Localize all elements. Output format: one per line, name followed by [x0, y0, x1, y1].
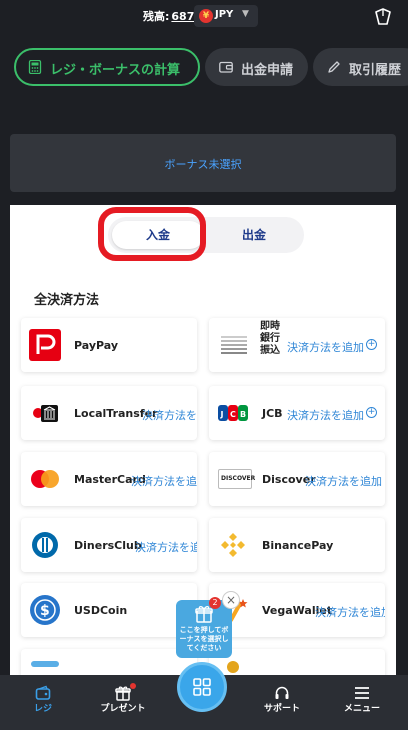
method-localtransfer[interactable]: LocalTransfer 決済方法を追加 [21, 386, 197, 440]
nav-support[interactable]: サポート [247, 675, 317, 730]
balance-label: 残高: [143, 10, 170, 23]
tab-label: レジ・ボーナスの計算 [50, 63, 181, 78]
method-paypay[interactable]: PayPay [21, 318, 197, 372]
add-method-link[interactable]: 決済方法を追加 [305, 473, 382, 489]
add-method-link[interactable]: 決済方法を追加 [135, 539, 197, 555]
payment-logo-icon [31, 661, 59, 667]
nav-label: サポート [263, 704, 300, 714]
bank-transfer-icon [221, 336, 247, 354]
wallet-icon [219, 61, 233, 73]
method-name: USDCoin [74, 604, 128, 617]
balance: 残高: 687 [143, 8, 194, 24]
method-discover[interactable]: DISCOVER Discover 決済方法を追加 [209, 452, 385, 506]
binance-icon [221, 533, 245, 557]
method-name: BinancePay [262, 539, 334, 552]
grid-icon [193, 678, 211, 696]
calculator-icon [28, 60, 42, 74]
notification-dot [130, 683, 136, 689]
bonus-status: ボーナス未選択 [164, 158, 242, 171]
currency-selector[interactable]: ¥ JPY ▼ [194, 5, 258, 27]
svg-text:J: J [220, 410, 224, 419]
nav-label: レジ [33, 704, 52, 714]
discover-logo-text: DISCOVER [221, 475, 256, 482]
add-method-link[interactable]: 決済方法を追加 [287, 339, 364, 355]
gift-icon [115, 686, 131, 701]
method-mastercard[interactable]: MasterCard 決済方法を追加 [21, 452, 197, 506]
function-tabs: レジ・ボーナスの計算 出金申請 取引履歴 [0, 48, 408, 86]
tab-label: 出金申請 [241, 63, 294, 78]
close-icon[interactable]: × [222, 591, 240, 609]
tab-label: 取引履歴 [349, 63, 402, 78]
usdcoin-icon: $ [30, 595, 60, 625]
add-method-link[interactable]: 決済方法を追加 [142, 407, 197, 423]
balance-value[interactable]: 687 [171, 10, 194, 23]
nav-present[interactable]: プレゼント [88, 675, 158, 730]
method-binancepay[interactable]: BinancePay [209, 518, 385, 572]
nav-menu[interactable]: メニュー [327, 675, 397, 730]
center-apps-button[interactable] [177, 662, 227, 712]
svg-text:C: C [230, 410, 236, 419]
nav-label: プレゼント [100, 704, 146, 714]
method-bank-transfer[interactable]: 即時 銀行 振込 決済方法を追加 + [209, 318, 385, 372]
mastercard-icon [31, 470, 59, 488]
currency-label: JPY [215, 9, 234, 20]
svg-text:B: B [240, 410, 246, 419]
local-transfer-icon [33, 405, 58, 422]
add-method-link[interactable]: 決済方法を追加 [131, 473, 197, 489]
bonus-selector[interactable]: ボーナス未選択 [10, 134, 396, 192]
diners-club-icon [32, 532, 58, 558]
withdraw-tab[interactable]: 出金 [208, 221, 300, 249]
method-name: 即時 銀行 振込 [260, 321, 280, 356]
plus-circle-icon[interactable]: + [366, 339, 377, 350]
nav-register[interactable]: レジ [8, 675, 78, 730]
add-method-link[interactable]: 決済方法を追加 [315, 604, 385, 620]
register-icon [35, 685, 51, 700]
method-name: JCB [262, 407, 283, 420]
bonus-promo-button[interactable]: ここを押してボーナスを選択してください [176, 600, 232, 658]
paypay-icon [29, 329, 61, 361]
yen-coin-icon: ¥ [199, 9, 213, 23]
plus-circle-icon[interactable]: + [366, 407, 377, 418]
caret-down-icon: ▼ [242, 9, 249, 19]
menu-icon [355, 687, 369, 699]
promo-badge: 2 [209, 597, 221, 609]
method-jcb[interactable]: J C B JCB 決済方法を追加 + [209, 386, 385, 440]
method-dinersclub[interactable]: DinersClub 決済方法を追加 [21, 518, 197, 572]
method-card-partial[interactable] [21, 649, 197, 675]
pen-icon [328, 61, 340, 73]
method-name: DinersClub [74, 539, 142, 552]
discover-icon: DISCOVER [218, 469, 256, 489]
top-bar: 残高: 687 ¥ JPY ▼ [0, 0, 408, 32]
method-usdcoin[interactable]: $ USDCoin [21, 583, 197, 637]
method-card-partial[interactable] [209, 649, 385, 675]
highlight-annotation [98, 207, 206, 261]
add-method-link[interactable]: 決済方法を追加 [287, 407, 364, 423]
tab-withdrawal-request[interactable]: 出金申請 [205, 48, 308, 86]
promo-text: ここを押してボーナスを選択してください [179, 626, 229, 652]
section-title: 全決済方法 [34, 293, 100, 308]
method-name: PayPay [74, 339, 119, 352]
headset-icon [275, 686, 289, 699]
svg-text:$: $ [40, 603, 50, 619]
gift-notification-icon[interactable] [372, 6, 394, 28]
tab-register-bonus[interactable]: レジ・ボーナスの計算 [14, 48, 200, 86]
jcb-icon: J C B [218, 405, 248, 421]
nav-label: メニュー [343, 704, 380, 714]
tab-transaction-history[interactable]: 取引履歴 [313, 48, 408, 86]
method-vegawallet[interactable]: VegaWallet 決済方法を追加 [209, 583, 385, 637]
